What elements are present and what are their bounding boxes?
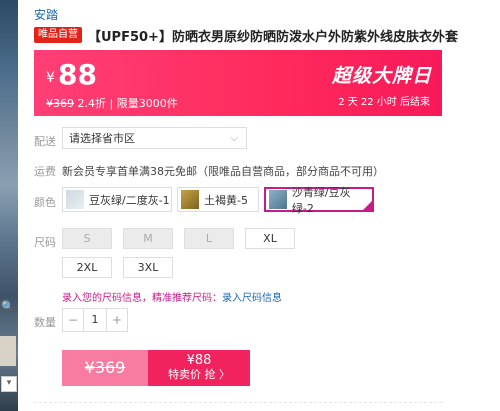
color-label: 颜色 [34, 196, 56, 209]
color-option-3[interactable]: 沙青绿/豆灰绿-2 [264, 186, 374, 215]
buy-action-label: 特卖价 抢 〉 [168, 368, 230, 381]
quantity-stepper: − 1 + [62, 308, 128, 332]
region-placeholder: 请选择省市区 [69, 132, 135, 145]
stock-limit: 限量3000件 [116, 97, 178, 110]
gallery-thumbnail[interactable] [0, 336, 16, 366]
color-swatch-image [181, 190, 199, 209]
freight-label: 运费 [34, 165, 56, 178]
original-price: ¥369 [84, 358, 126, 377]
original-price: ¥369 [46, 97, 74, 110]
size-label: 尺码 [34, 236, 56, 249]
delivery-label: 配送 [34, 135, 56, 148]
quantity-label: 数量 [34, 316, 56, 329]
color-option-label: 土褐黄-5 [204, 193, 248, 207]
color-swatch-image [269, 190, 287, 209]
self-operated-badge: 唯品自营 [34, 27, 82, 43]
freight-info: 新会员专享首单满38元免邮（限唯品自营商品，部分商品不可用） [62, 165, 384, 178]
gallery-thumbnail-strip[interactable]: 🔍 ▾ [0, 0, 18, 411]
divider [34, 402, 442, 403]
color-swatch-image [66, 190, 84, 209]
size-option-m[interactable]: M [123, 228, 173, 249]
size-option-xl[interactable]: XL [245, 228, 295, 249]
price-details: ¥369 2.4折 | 限量3000件 [46, 95, 178, 111]
size-option-s[interactable]: S [62, 228, 112, 249]
color-option-2[interactable]: 土褐黄-5 [177, 187, 259, 212]
product-title: 【UPF50+】防晒衣男原纱防晒防泼水户外防紫外线皮肤衣外套 [88, 29, 458, 45]
region-select[interactable]: 请选择省市区 ⌵ [62, 127, 247, 149]
selected-check-icon [362, 200, 373, 211]
quantity-decrease-button[interactable]: − [63, 309, 83, 331]
size-option-3xl[interactable]: 3XL [123, 257, 173, 278]
zoom-icon[interactable]: 🔍 [1, 300, 15, 314]
original-price-button: ¥369 [62, 350, 148, 386]
countdown-timer: 2 天 22 小时 后结束 [338, 97, 430, 108]
size-option-2xl[interactable]: 2XL [62, 257, 112, 278]
size-hint: 录入您的尺码信息，精准推荐尺码：录入尺码信息 [62, 289, 282, 304]
divider: | [109, 97, 114, 110]
buy-button-group: ¥369 ¥88 特卖价 抢 〉 [62, 350, 250, 386]
buy-now-button[interactable]: ¥88 特卖价 抢 〉 [148, 350, 250, 386]
color-option-1[interactable]: 豆灰绿/二度灰-1 [62, 187, 172, 212]
quantity-value[interactable]: 1 [83, 309, 107, 331]
size-entry-link[interactable]: 录入尺码信息 [222, 293, 282, 304]
promo-banner: ¥ 88 ¥369 2.4折 | 限量3000件 超级大牌日 2 天 22 小时… [34, 50, 442, 116]
event-title: 超级大牌日 [331, 65, 432, 87]
title-row: 唯品自营 【UPF50+】防晒衣男原纱防晒防泼水户外防紫外线皮肤衣外套 [34, 27, 458, 45]
chevron-down-icon[interactable]: ▾ [1, 376, 17, 392]
discount-rate: 2.4折 [77, 97, 107, 110]
sale-price: ¥88 [186, 353, 212, 368]
promo-price: 88 [58, 58, 97, 91]
color-option-label: 豆灰绿/二度灰-1 [89, 193, 170, 207]
chevron-down-icon: ⌵ [230, 133, 238, 144]
currency-symbol: ¥ [46, 70, 55, 86]
color-option-label: 沙青绿/豆灰绿-2 [291, 185, 351, 215]
size-option-l[interactable]: L [184, 228, 234, 249]
size-hint-text: 录入您的尺码信息，精准推荐尺码： [62, 293, 222, 304]
brand-link[interactable]: 安踏 [34, 6, 58, 23]
quantity-increase-button[interactable]: + [107, 309, 127, 331]
